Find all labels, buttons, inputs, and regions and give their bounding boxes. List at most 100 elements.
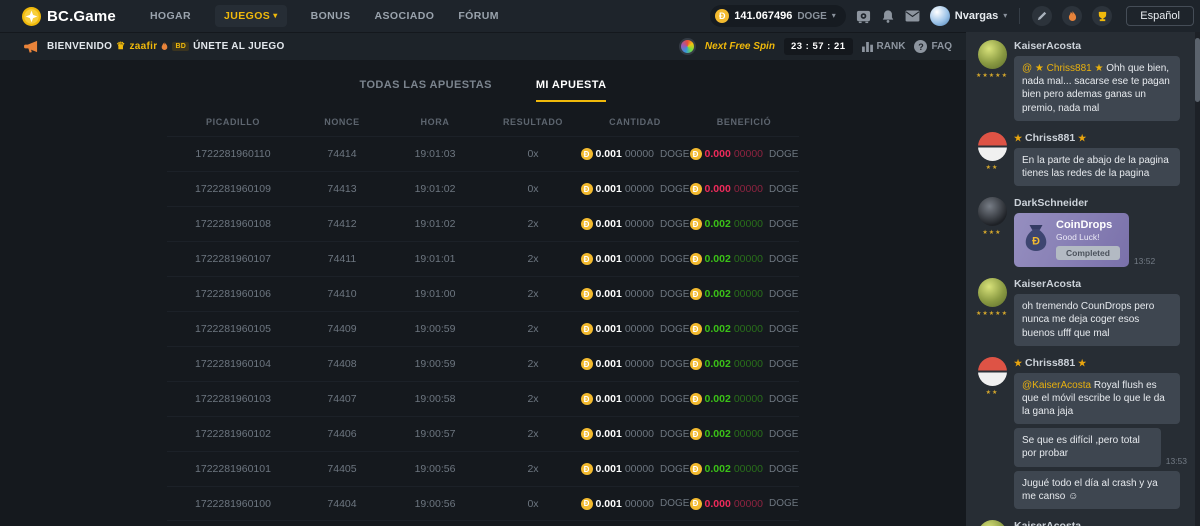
trophy-icon-button[interactable] — [1092, 6, 1112, 26]
avatar[interactable] — [978, 197, 1007, 226]
nav-item-label: ASOCIADO — [375, 10, 435, 22]
hash-cell: 1722281960109 — [167, 183, 299, 195]
nonce-cell: 74411 — [299, 253, 385, 265]
chat-username[interactable]: ★ Chriss881 ★ — [1014, 132, 1187, 144]
column-header: BENEFICIÓ — [689, 117, 799, 127]
language-button[interactable]: Español — [1126, 6, 1194, 26]
table-row[interactable]: 17222819601007440419:00:560xÐ0.00100000D… — [167, 486, 799, 521]
nav-item-juegos[interactable]: JUEGOS▾ — [215, 5, 287, 27]
brush-icon-button[interactable] — [1032, 6, 1052, 26]
chat-bubble: Se que es difícil ,pero total por probar — [1014, 428, 1161, 466]
username: Nvargas — [955, 10, 998, 22]
chat-scrollbar[interactable] — [1195, 32, 1200, 526]
value-main: 0.002 — [705, 358, 731, 370]
chat-message-left: ★★★ — [976, 197, 1008, 271]
avatar[interactable] — [978, 132, 1007, 161]
mention-link[interactable]: @KaiserAcosta — [1022, 380, 1094, 391]
table-row[interactable]: 17222819601097441319:01:020xÐ0.00100000D… — [167, 171, 799, 206]
hash-cell: 1722281960110 — [167, 148, 299, 160]
nonce-cell: 74407 — [299, 393, 385, 405]
user-menu[interactable]: Nvargas ▾ — [930, 6, 1007, 26]
hash-cell: 1722281960102 — [167, 428, 299, 440]
username-text: Chriss881 — [1022, 132, 1078, 144]
avatar[interactable] — [978, 357, 1007, 386]
welcome-username[interactable]: zaafir — [130, 41, 158, 52]
avatar[interactable] — [978, 278, 1007, 307]
profit-cell: Ð0.00200000DOGE — [689, 393, 799, 405]
chat-bubble-row: En la parte de abajo de la pagina tienes… — [1014, 148, 1187, 186]
time-cell: 19:01:02 — [385, 218, 485, 230]
value-main: 0.002 — [705, 393, 731, 405]
profit-cell: Ð0.00000000DOGE — [689, 183, 799, 195]
table-row[interactable]: 17222819601047440819:00:592xÐ0.00100000D… — [167, 346, 799, 381]
logo[interactable]: BC.Game — [22, 7, 116, 26]
profit-cell: Ð0.00200000DOGE — [689, 253, 799, 265]
chat-username[interactable]: KaiserAcosta — [1014, 40, 1187, 52]
nonce-cell: 74413 — [299, 183, 385, 195]
result-cell: 2x — [485, 288, 581, 300]
time-cell: 19:00:59 — [385, 358, 485, 370]
welcome-prefix: BIENVENIDO — [47, 41, 112, 52]
tab-todas-las-apuestas[interactable]: TODAS LAS APUESTAS — [360, 79, 492, 102]
coindrops-info: CoinDropsGood Luck!Completed — [1056, 219, 1120, 261]
table-row[interactable]: 17222819601027440619:00:572xÐ0.00100000D… — [167, 416, 799, 451]
currency-label: DOGE — [660, 149, 689, 160]
star-icon: ★ — [1078, 133, 1086, 143]
chevron-down-icon: ▾ — [1003, 12, 1007, 20]
mail-icon[interactable] — [905, 10, 920, 22]
rank-button[interactable]: RANK — [862, 41, 906, 52]
free-spin-wheel-icon[interactable] — [679, 38, 696, 55]
value-main: 0.002 — [705, 463, 731, 475]
doge-coin-icon: Ð — [690, 463, 702, 475]
currency-label: DOGE — [769, 429, 798, 440]
time-cell: 19:00:57 — [385, 428, 485, 440]
nav-item-fórum[interactable]: FÓRUM — [458, 10, 499, 22]
currency-label: DOGE — [769, 254, 798, 265]
tab-mi-apuesta[interactable]: MI APUESTA — [536, 79, 607, 102]
nav-item-hogar[interactable]: HOGAR — [150, 10, 191, 22]
chat-message-left: ★★★★★ — [976, 40, 1008, 125]
vault-icon[interactable] — [856, 9, 871, 24]
chat-username[interactable]: KaiserAcosta — [1014, 278, 1187, 290]
hash-cell: 1722281960108 — [167, 218, 299, 230]
table-row[interactable]: 17222819601077441119:01:012xÐ0.00100000D… — [167, 241, 799, 276]
table-row[interactable]: 17222819601037440719:00:582xÐ0.00100000D… — [167, 381, 799, 416]
nonce-cell: 74406 — [299, 428, 385, 440]
currency-label: DOGE — [769, 394, 798, 405]
welcome-bar-right: Next Free Spin 23 : 57 : 21 RANK ? FAQ — [679, 38, 952, 55]
nav-item-asociado[interactable]: ASOCIADO — [375, 10, 435, 22]
table-row[interactable]: 17222819601017440519:00:562xÐ0.00100000D… — [167, 451, 799, 486]
hash-cell: 1722281960107 — [167, 253, 299, 265]
chat-username[interactable]: ★ Chriss881 ★ — [1014, 357, 1187, 369]
chat-username[interactable]: DarkSchneider — [1014, 197, 1187, 209]
table-row[interactable]: 17222819601087441219:01:022xÐ0.00100000D… — [167, 206, 799, 241]
flame-icon — [1068, 11, 1077, 22]
amount-cell: Ð0.00100000DOGE — [581, 148, 689, 160]
avatar[interactable] — [978, 40, 1007, 69]
rank-chart-icon — [862, 42, 873, 52]
faq-button[interactable]: ? FAQ — [914, 40, 952, 53]
hash-cell: 1722281960105 — [167, 323, 299, 335]
mention-link[interactable]: @ ★ Chriss881 ★ — [1022, 63, 1106, 74]
flame-icon-button[interactable] — [1062, 6, 1082, 26]
doge-coin-icon: Ð — [690, 498, 702, 510]
table-row[interactable]: 17222819601057440919:00:592xÐ0.00100000D… — [167, 311, 799, 346]
doge-coin-icon: Ð — [581, 498, 593, 510]
svg-text:Ð: Ð — [1032, 235, 1040, 247]
nav-item-bonus[interactable]: BONUS — [311, 10, 351, 22]
currency-label: DOGE — [660, 394, 689, 405]
chat-bubble-row: @ ★ Chriss881 ★ Ohh que bien, nada mal..… — [1014, 56, 1187, 121]
doge-coin-icon: Ð — [581, 183, 593, 195]
table-row[interactable]: 17222819601107441419:01:030xÐ0.00100000D… — [167, 136, 799, 171]
doge-coin-icon: Ð — [690, 428, 702, 440]
avatar[interactable] — [978, 520, 1007, 526]
table-row[interactable]: 17222819601067441019:01:002xÐ0.00100000D… — [167, 276, 799, 311]
coindrops-completed-button[interactable]: Completed — [1056, 246, 1120, 260]
scrollbar-thumb[interactable] — [1195, 38, 1200, 102]
chat-username[interactable]: KaiserAcosta — [1014, 520, 1187, 526]
balance-display[interactable]: Ð 141.067496 DOGE ▾ — [710, 5, 846, 27]
bets-table: PICADILLONONCEHORARESULTADOCANTIDADBENEF… — [167, 108, 799, 521]
coindrops-card[interactable]: Ð CoinDropsGood Luck!Completed — [1014, 213, 1129, 267]
bell-icon[interactable] — [881, 9, 895, 24]
nonce-cell: 74412 — [299, 218, 385, 230]
